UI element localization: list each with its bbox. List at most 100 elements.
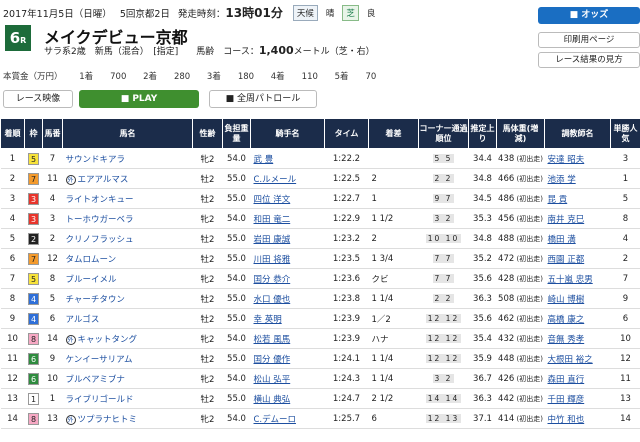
horse-name[interactable]: アルゴス <box>62 308 193 329</box>
trainer[interactable]: 音無 秀孝 <box>544 328 611 349</box>
column-header[interactable]: 調教師名 <box>544 118 611 149</box>
jockey-link[interactable]: 幸 英明 <box>254 315 282 325</box>
jockey[interactable]: 四位 洋文 <box>250 188 325 209</box>
horse-name-link[interactable]: ブルベアミブナ <box>66 375 125 385</box>
column-header[interactable]: 推定上り <box>468 118 497 149</box>
odds-button[interactable]: ■ オッズ <box>538 7 640 24</box>
trainer-link[interactable]: 森田 直行 <box>548 375 585 385</box>
trainer-link[interactable]: 大根田 裕之 <box>548 355 593 365</box>
trainer-link[interactable]: 高橋 康之 <box>548 315 585 325</box>
jockey-link[interactable]: 武 豊 <box>254 155 274 165</box>
jockey-link[interactable]: 松山 弘平 <box>254 375 291 385</box>
horse-name[interactable]: ブルーイメル <box>62 268 193 289</box>
trainer[interactable]: 昆 貢 <box>544 188 611 209</box>
horse-name-link[interactable]: アルゴス <box>66 315 100 325</box>
trainer[interactable]: 大根田 裕之 <box>544 348 611 369</box>
patrol-button[interactable]: ■ 全周パトロール <box>209 90 317 108</box>
trainer[interactable]: 五十嵐 忠男 <box>544 268 611 289</box>
horse-name-link[interactable]: キャットタング <box>78 335 138 345</box>
jockey-link[interactable]: 水口 優也 <box>254 295 291 305</box>
jockey[interactable]: 武 豊 <box>250 148 325 169</box>
horse-name-link[interactable]: クリノフラッシュ <box>66 235 134 245</box>
column-header[interactable]: 騎手名 <box>250 118 325 149</box>
trainer-link[interactable]: 橋田 満 <box>548 235 576 245</box>
trainer-link[interactable]: 池添 学 <box>548 175 576 185</box>
column-header[interactable]: 馬名 <box>62 118 193 149</box>
play-button[interactable]: ■ PLAY <box>79 90 199 108</box>
column-header[interactable]: 負担重量 <box>222 118 251 149</box>
jockey[interactable]: C.デムーロ <box>250 408 325 429</box>
horse-name-link[interactable]: サウンドキアラ <box>66 155 126 165</box>
jockey-link[interactable]: 松若 風馬 <box>254 335 291 345</box>
column-header[interactable]: 着順 <box>0 118 25 149</box>
horse-name[interactable]: 外キャットタング <box>62 328 193 349</box>
trainer[interactable]: 千田 輝彦 <box>544 388 611 409</box>
horse-name-link[interactable]: エアアルマス <box>78 175 129 185</box>
column-header[interactable]: 馬番 <box>42 118 63 149</box>
jockey[interactable]: 水口 優也 <box>250 288 325 309</box>
trainer-link[interactable]: 五十嵐 忠男 <box>548 275 593 285</box>
horse-name-link[interactable]: ライブリゴールド <box>66 395 134 405</box>
jockey[interactable]: 松山 弘平 <box>250 368 325 389</box>
jockey[interactable]: 横山 典弘 <box>250 388 325 409</box>
trainer-link[interactable]: 中竹 和也 <box>548 415 585 425</box>
horse-name[interactable]: 外エアアルマス <box>62 168 193 189</box>
horse-name-link[interactable]: ブルーイメル <box>66 275 117 285</box>
horse-name[interactable]: ケンイーサリアム <box>62 348 193 369</box>
jockey[interactable]: 国分 優作 <box>250 348 325 369</box>
trainer-link[interactable]: 南井 克巳 <box>548 215 585 225</box>
jockey[interactable]: 国分 恭介 <box>250 268 325 289</box>
column-header[interactable]: 枠 <box>24 118 43 149</box>
trainer[interactable]: 森田 直行 <box>544 368 611 389</box>
print-page-button[interactable]: 印刷用ページ <box>538 32 640 48</box>
column-header[interactable]: 馬体重(増減) <box>496 118 545 149</box>
horse-name[interactable]: トーホウガーベラ <box>62 208 193 229</box>
jockey-link[interactable]: 国分 恭介 <box>254 275 291 285</box>
jockey[interactable]: 幸 英明 <box>250 308 325 329</box>
horse-name[interactable]: クリノフラッシュ <box>62 228 193 249</box>
horse-name-link[interactable]: ケンイーサリアム <box>66 355 133 365</box>
column-header[interactable]: 性齢 <box>192 118 223 149</box>
horse-name-link[interactable]: タムロムーン <box>66 255 117 265</box>
trainer[interactable]: 西園 正都 <box>544 248 611 269</box>
column-header[interactable]: 単勝人気 <box>610 118 640 149</box>
horse-name[interactable]: タムロムーン <box>62 248 193 269</box>
horse-name-link[interactable]: トーホウガーベラ <box>66 215 134 225</box>
jockey-link[interactable]: 川田 将雅 <box>254 255 291 265</box>
trainer-link[interactable]: 崎山 博樹 <box>548 295 585 305</box>
horse-name[interactable]: サウンドキアラ <box>62 148 193 169</box>
column-header[interactable]: 着差 <box>368 118 419 149</box>
horse-name[interactable]: ライトオンキュー <box>62 188 193 209</box>
trainer[interactable]: 安達 昭夫 <box>544 148 611 169</box>
jockey[interactable]: 松若 風馬 <box>250 328 325 349</box>
horse-name[interactable]: チャーチタウン <box>62 288 193 309</box>
jockey-link[interactable]: 横山 典弘 <box>254 395 291 405</box>
trainer[interactable]: 池添 学 <box>544 168 611 189</box>
jockey[interactable]: C.ルメール <box>250 168 325 189</box>
result-guide-button[interactable]: レース結果の見方 <box>538 52 640 68</box>
trainer[interactable]: 中竹 和也 <box>544 408 611 429</box>
jockey-link[interactable]: 岩田 康誠 <box>254 235 291 245</box>
jockey-link[interactable]: C.ルメール <box>254 175 297 185</box>
horse-name-link[interactable]: ライトオンキュー <box>66 195 134 205</box>
column-header[interactable]: コーナー通過順位 <box>418 118 469 149</box>
trainer[interactable]: 橋田 満 <box>544 228 611 249</box>
horse-name[interactable]: ライブリゴールド <box>62 388 193 409</box>
jockey-link[interactable]: 国分 優作 <box>254 355 291 365</box>
trainer[interactable]: 南井 克巳 <box>544 208 611 229</box>
horse-name-link[interactable]: ツプラナヒトミ <box>78 415 138 425</box>
jockey-link[interactable]: 四位 洋文 <box>254 195 291 205</box>
trainer[interactable]: 高橋 康之 <box>544 308 611 329</box>
trainer[interactable]: 崎山 博樹 <box>544 288 611 309</box>
trainer-link[interactable]: 千田 輝彦 <box>548 395 585 405</box>
jockey[interactable]: 岩田 康誠 <box>250 228 325 249</box>
jockey-link[interactable]: C.デムーロ <box>254 415 296 425</box>
jockey[interactable]: 川田 将雅 <box>250 248 325 269</box>
jockey[interactable]: 和田 竜二 <box>250 208 325 229</box>
jockey-link[interactable]: 和田 竜二 <box>254 215 291 225</box>
race-video-button[interactable]: レース映像 <box>3 90 73 108</box>
trainer-link[interactable]: 昆 貢 <box>548 195 568 205</box>
horse-name[interactable]: 外ツプラナヒトミ <box>62 408 193 429</box>
trainer-link[interactable]: 安達 昭夫 <box>548 155 585 165</box>
horse-name[interactable]: ブルベアミブナ <box>62 368 193 389</box>
